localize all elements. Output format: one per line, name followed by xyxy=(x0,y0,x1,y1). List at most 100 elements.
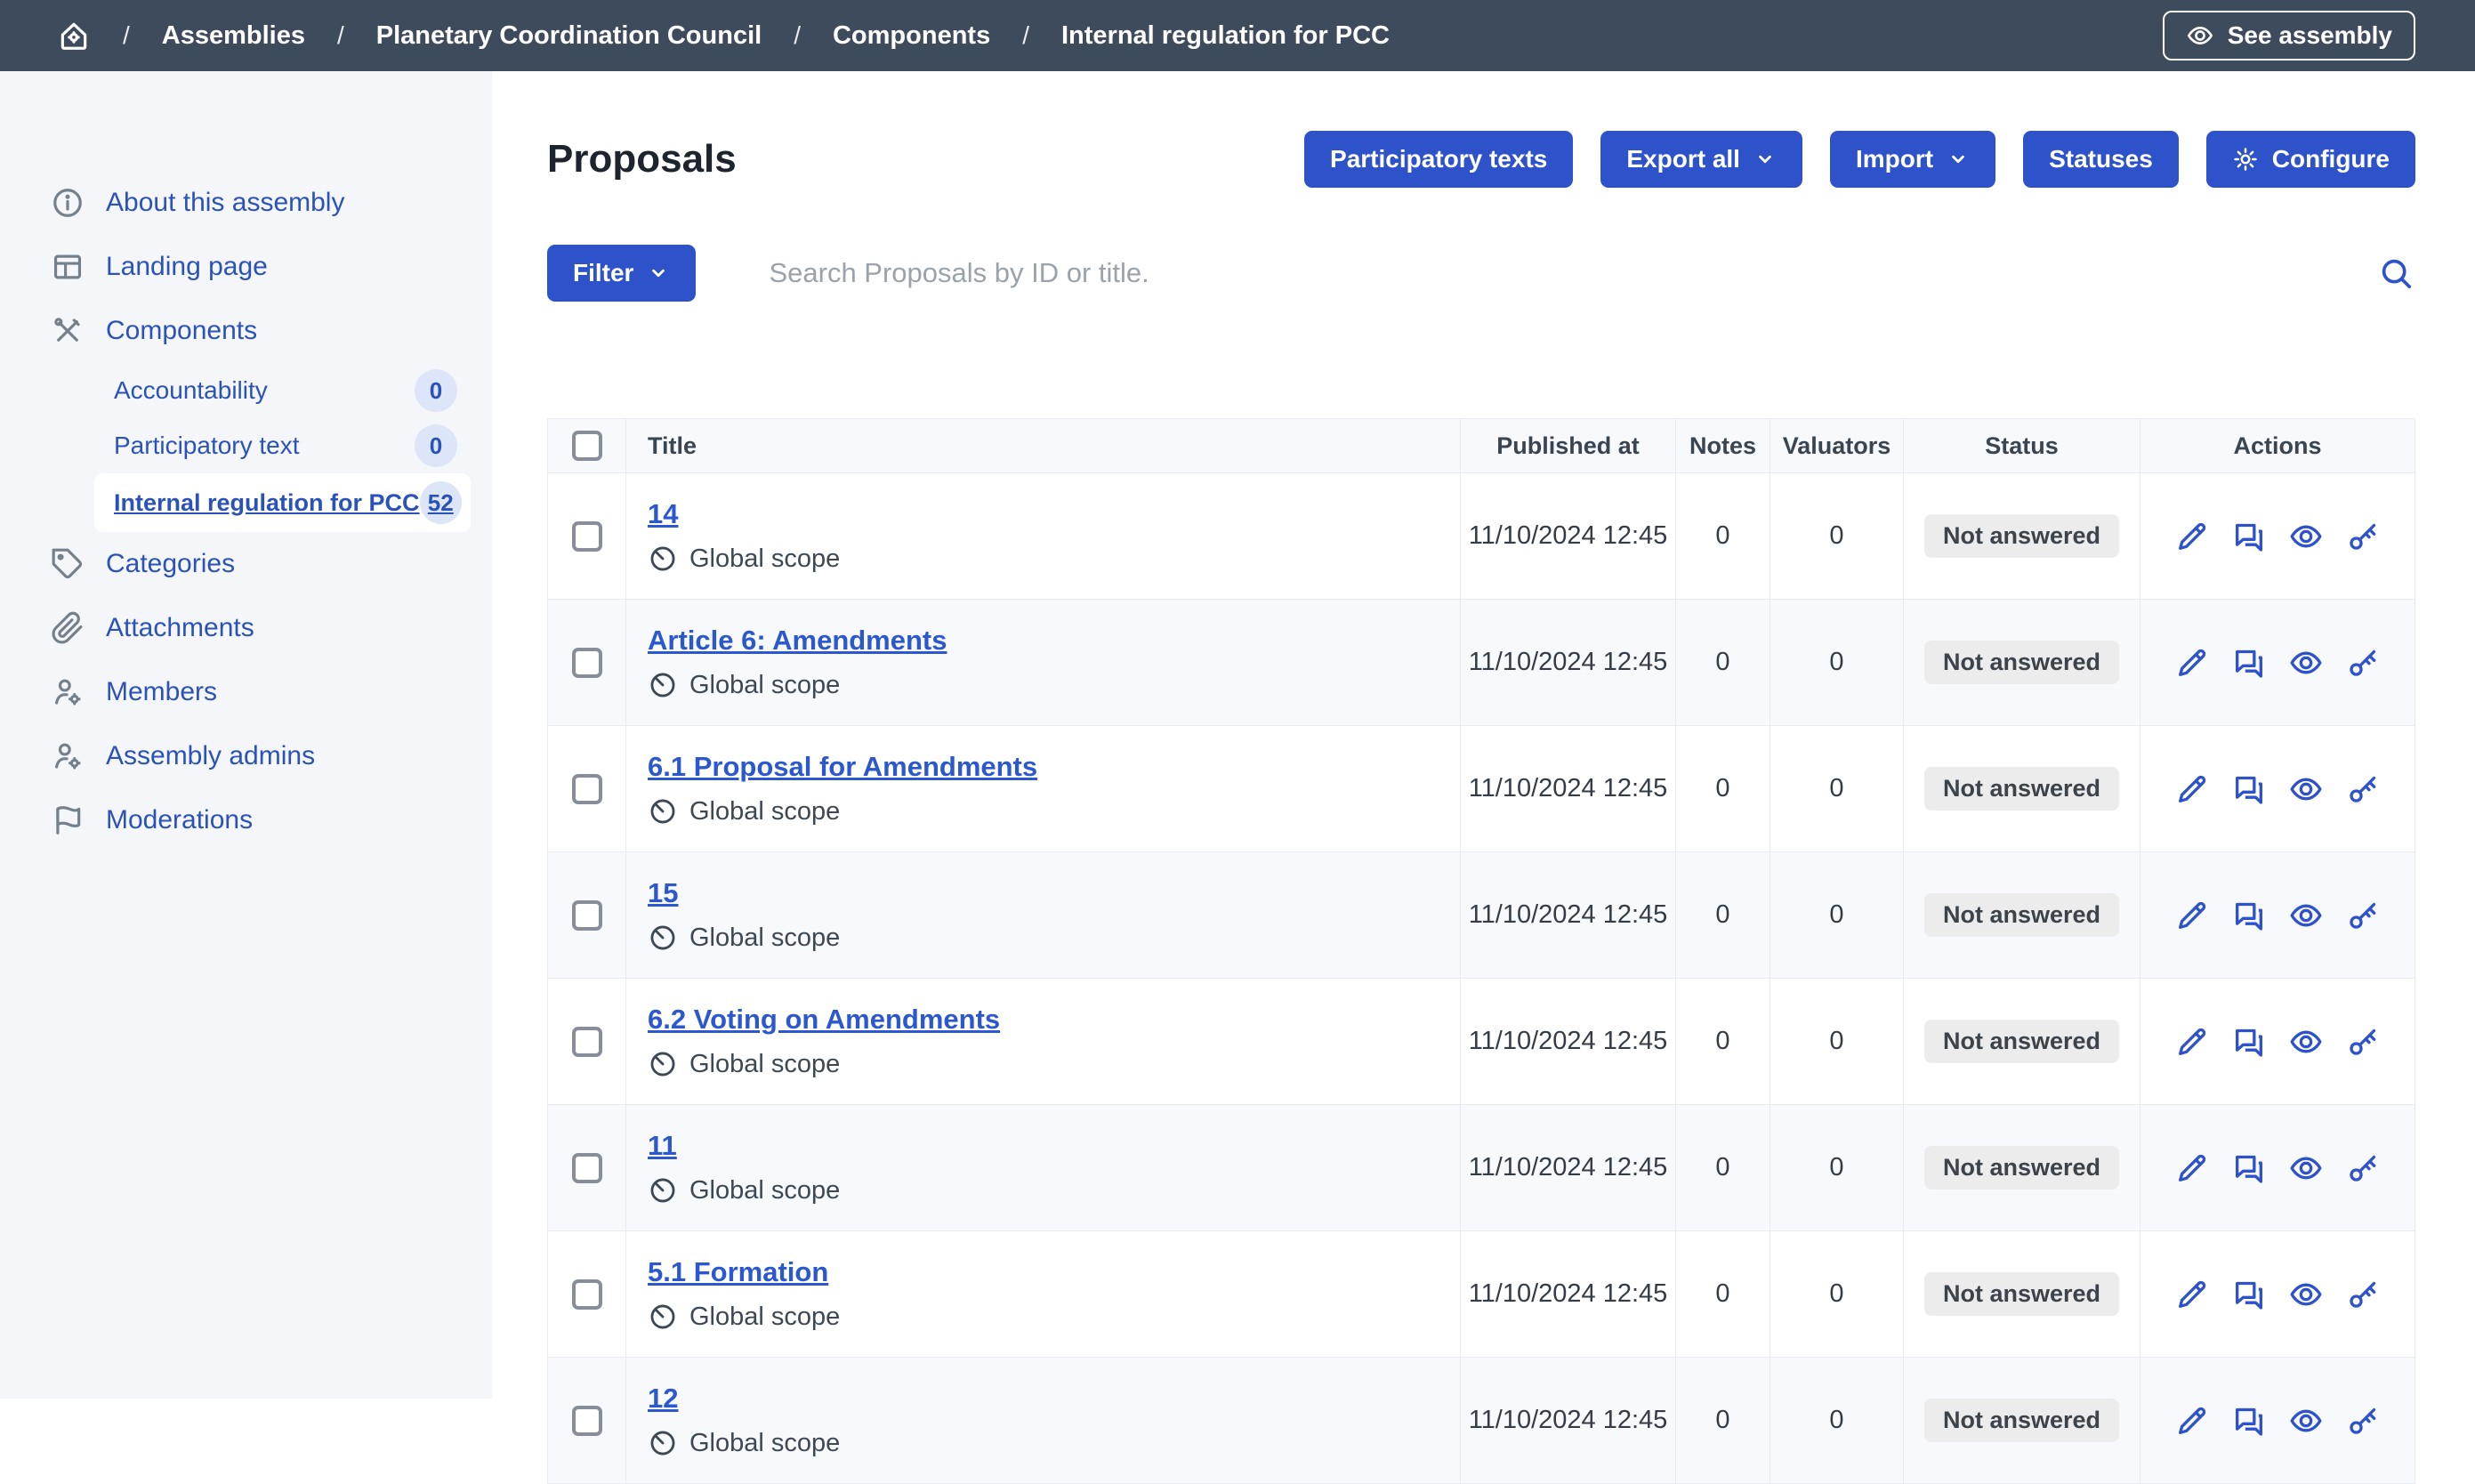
sidebar-item-label: Assembly admins xyxy=(106,741,315,771)
breadcrumb-item[interactable]: Components xyxy=(833,21,990,51)
preview-action-button[interactable] xyxy=(2288,771,2324,807)
scope-label: Global scope xyxy=(689,1050,840,1079)
proposal-title-link[interactable]: 5.1 Formation xyxy=(648,1256,828,1288)
preview-action-button[interactable] xyxy=(2288,1403,2324,1439)
permissions-action-button[interactable] xyxy=(2345,771,2381,807)
row-checkbox[interactable] xyxy=(572,521,602,552)
answer-action-button[interactable] xyxy=(2231,645,2267,681)
preview-action-button[interactable] xyxy=(2288,645,2324,681)
configure-button[interactable]: Configure xyxy=(2206,131,2415,188)
row-checkbox[interactable] xyxy=(572,1279,602,1310)
sidebar-item-categories[interactable]: Categories xyxy=(0,532,492,596)
proposal-title-link[interactable]: 12 xyxy=(648,1383,678,1415)
breadcrumb-item[interactable]: Planetary Coordination Council xyxy=(376,21,762,51)
proposal-title-link[interactable]: 15 xyxy=(648,877,678,909)
edit-action-button[interactable] xyxy=(2174,1403,2210,1439)
actions-cell xyxy=(2140,1358,2415,1483)
info-icon xyxy=(51,186,85,220)
import-button[interactable]: Import xyxy=(1830,131,1995,188)
answer-action-button[interactable] xyxy=(2231,1403,2267,1439)
row-select-cell xyxy=(548,726,626,851)
breadcrumb-separator: / xyxy=(337,21,344,50)
row-checkbox[interactable] xyxy=(572,1406,602,1436)
permissions-action-button[interactable] xyxy=(2345,898,2381,933)
row-checkbox[interactable] xyxy=(572,648,602,678)
permissions-action-button[interactable] xyxy=(2345,1024,2381,1060)
permissions-action-button[interactable] xyxy=(2345,645,2381,681)
valuators-cell: 0 xyxy=(1770,1105,1904,1230)
edit-action-button[interactable] xyxy=(2174,898,2210,933)
sidebar-item-about-this-assembly[interactable]: About this assembly xyxy=(0,171,492,235)
notes-cell: 0 xyxy=(1676,726,1770,851)
notes-cell: 0 xyxy=(1676,1358,1770,1483)
export-all-button[interactable]: Export all xyxy=(1600,131,1802,188)
preview-action-button[interactable] xyxy=(2288,1024,2324,1060)
see-assembly-button[interactable]: See assembly xyxy=(2163,11,2415,60)
scope-label: Global scope xyxy=(689,923,840,953)
sidebar-item-assembly-admins[interactable]: Assembly admins xyxy=(0,724,492,788)
permissions-action-button[interactable] xyxy=(2345,1150,2381,1186)
row-checkbox[interactable] xyxy=(572,900,602,931)
published-at-cell: 11/10/2024 12:45 xyxy=(1461,1105,1676,1230)
sidebar-item-accountability[interactable]: Accountability0 xyxy=(0,363,492,418)
status-cell: Not answered xyxy=(1904,1231,2140,1357)
sidebar-item-internal-regulation-for-pcc[interactable]: Internal regulation for PCC52 xyxy=(94,473,471,532)
sidebar-item-moderations[interactable]: Moderations xyxy=(0,788,492,852)
sidebar-item-participatory-text[interactable]: Participatory text0 xyxy=(0,418,492,473)
proposal-title-link[interactable]: 11 xyxy=(648,1130,677,1162)
filter-button[interactable]: Filter xyxy=(547,245,696,302)
proposal-title-link[interactable]: 6.1 Proposal for Amendments xyxy=(648,751,1037,783)
row-select-cell xyxy=(548,473,626,599)
notes-cell: 0 xyxy=(1676,600,1770,725)
status-cell: Not answered xyxy=(1904,1105,2140,1230)
edit-action-button[interactable] xyxy=(2174,1024,2210,1060)
sidebar-item-attachments[interactable]: Attachments xyxy=(0,596,492,660)
edit-action-button[interactable] xyxy=(2174,645,2210,681)
proposal-title-link[interactable]: Article 6: Amendments xyxy=(648,625,947,657)
edit-action-button[interactable] xyxy=(2174,1277,2210,1312)
answer-action-button[interactable] xyxy=(2231,1150,2267,1186)
participatory-texts-button[interactable]: Participatory texts xyxy=(1304,131,1573,188)
status-cell: Not answered xyxy=(1904,1358,2140,1483)
scope: Global scope xyxy=(648,1175,840,1206)
permissions-action-button[interactable] xyxy=(2345,519,2381,554)
permissions-action-button[interactable] xyxy=(2345,1403,2381,1439)
published-at-cell: 11/10/2024 12:45 xyxy=(1461,726,1676,851)
breadcrumb-item[interactable]: Internal regulation for PCC xyxy=(1061,21,1390,51)
published-at-cell: 11/10/2024 12:45 xyxy=(1461,1358,1676,1483)
published-at-cell: 11/10/2024 12:45 xyxy=(1461,1231,1676,1357)
answer-action-button[interactable] xyxy=(2231,771,2267,807)
sidebar-item-landing-page[interactable]: Landing page xyxy=(0,235,492,299)
sidebar-item-components[interactable]: Components xyxy=(0,299,492,363)
answer-action-button[interactable] xyxy=(2231,519,2267,554)
status-badge: Not answered xyxy=(1924,1399,2119,1442)
breadcrumb-item[interactable]: Assemblies xyxy=(162,21,305,51)
row-checkbox[interactable] xyxy=(572,1153,602,1183)
edit-action-button[interactable] xyxy=(2174,519,2210,554)
scope-label: Global scope xyxy=(689,1176,840,1206)
row-checkbox[interactable] xyxy=(572,1027,602,1057)
home-icon[interactable] xyxy=(57,19,91,52)
edit-action-button[interactable] xyxy=(2174,771,2210,807)
sidebar-item-members[interactable]: Members xyxy=(0,660,492,724)
answer-action-button[interactable] xyxy=(2231,1277,2267,1312)
search-icon[interactable] xyxy=(2376,254,2415,293)
edit-action-button[interactable] xyxy=(2174,1150,2210,1186)
permissions-action-button[interactable] xyxy=(2345,1277,2381,1312)
select-all-checkbox[interactable] xyxy=(572,431,602,461)
status-badge: Not answered xyxy=(1924,514,2119,558)
statuses-button[interactable]: Statuses xyxy=(2023,131,2179,188)
proposal-title-link[interactable]: 6.2 Voting on Amendments xyxy=(648,1004,1000,1036)
search-input[interactable] xyxy=(767,256,2358,290)
preview-action-button[interactable] xyxy=(2288,1150,2324,1186)
answer-action-button[interactable] xyxy=(2231,1024,2267,1060)
row-checkbox[interactable] xyxy=(572,774,602,804)
preview-action-button[interactable] xyxy=(2288,1277,2324,1312)
answer-action-button[interactable] xyxy=(2231,898,2267,933)
proposal-title-link[interactable]: 14 xyxy=(648,498,678,530)
status-cell: Not answered xyxy=(1904,852,2140,978)
preview-action-button[interactable] xyxy=(2288,519,2324,554)
preview-action-button[interactable] xyxy=(2288,898,2324,933)
layout-icon xyxy=(51,250,85,284)
globe-icon xyxy=(648,1175,678,1206)
